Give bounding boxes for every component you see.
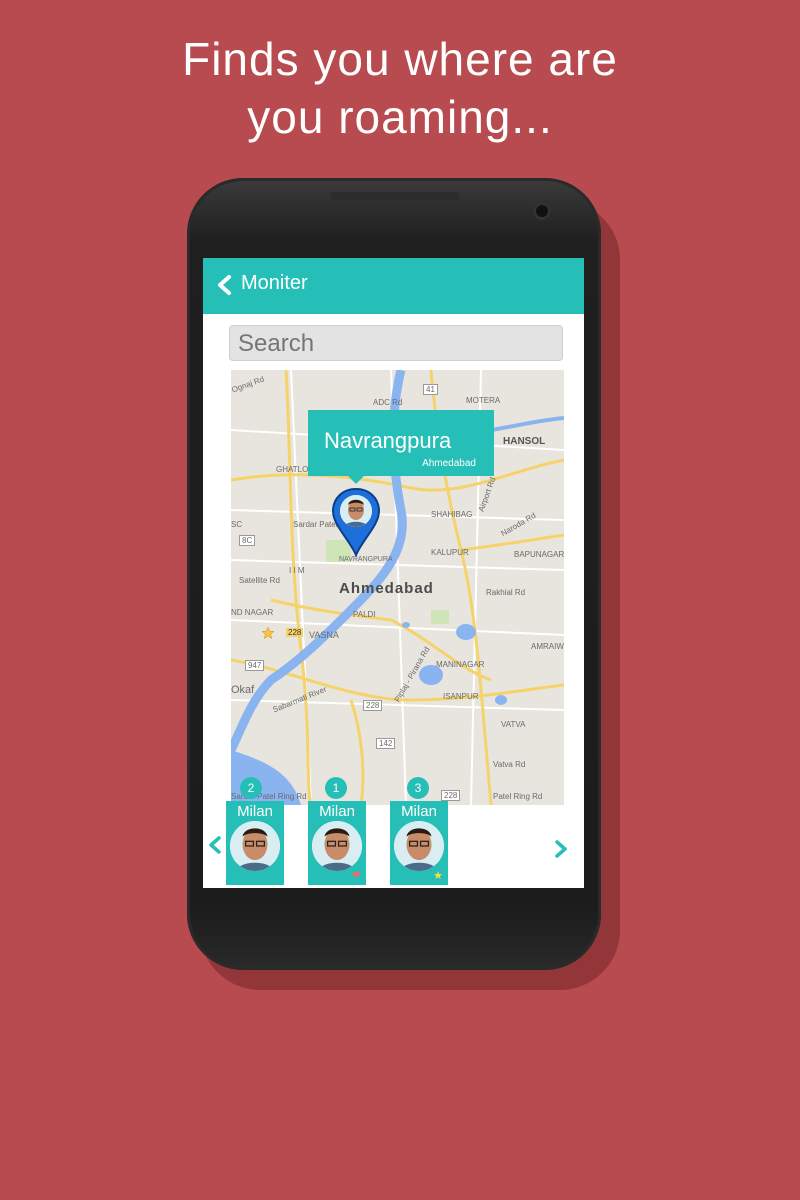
- contact-card[interactable]: Milan: [226, 801, 284, 885]
- map-label-hansol: HANSOL: [503, 436, 546, 447]
- contact-name: Milan: [319, 803, 355, 820]
- chevron-left-icon[interactable]: [207, 836, 223, 854]
- contact-card[interactable]: Milan ❤: [308, 801, 366, 885]
- star-icon: ★: [433, 870, 443, 882]
- contact-avatar: [394, 821, 444, 871]
- map-label-navrangpura-small: NAVRANGPURA: [339, 556, 393, 563]
- map-label-rakhial: Rakhial Rd: [486, 588, 526, 597]
- map-label-okaf: Okaf: [231, 684, 255, 696]
- phone-speaker: [330, 192, 460, 200]
- map-label-iim: I I M: [289, 566, 305, 575]
- chevron-right-icon[interactable]: [553, 840, 569, 858]
- map-label-road-228b: 228: [363, 700, 383, 711]
- callout-title: Navrangpura: [324, 428, 452, 453]
- map-view[interactable]: MOTERA HANSOL GHATLOD SHAHIBAG Sardar Pa…: [231, 370, 564, 805]
- map-label-road-8c: 8C: [239, 535, 256, 546]
- map-label-kalupur: KALUPUR: [431, 548, 469, 557]
- location-callout[interactable]: Navrangpura Ahmedabad: [308, 410, 494, 484]
- map-label-isanpur: ISANPUR: [443, 692, 479, 701]
- app-title: Moniter: [241, 272, 308, 294]
- contact-badge: 1: [325, 777, 347, 799]
- search-input[interactable]: [229, 325, 563, 361]
- map-label-motera: MOTERA: [466, 396, 501, 405]
- map-label-road-228a: 228: [286, 628, 304, 637]
- contact-avatar: [230, 821, 280, 871]
- contact-badge: 3: [407, 777, 429, 799]
- person-avatar-icon: [340, 495, 372, 527]
- location-pin[interactable]: [329, 487, 383, 557]
- headline-line-2: you roaming...: [247, 91, 553, 143]
- contact-name: Milan: [401, 803, 437, 820]
- phone-screen: Moniter Search MOTERA HANSOL GHATLOD SHA…: [203, 258, 584, 888]
- contact-badge: 2: [240, 777, 262, 799]
- map-label-vasna: VASNA: [309, 630, 339, 640]
- person-avatar-icon: [312, 821, 362, 871]
- headline-line-1: Finds you where are: [182, 33, 618, 85]
- map-label-vatva-rd: Vatva Rd: [493, 760, 526, 769]
- map-label-satellite: Satellite Rd: [239, 576, 280, 585]
- contact-name: Milan: [237, 803, 273, 820]
- contact-avatar: [312, 821, 362, 871]
- pin-avatar: [340, 495, 372, 527]
- person-avatar-icon: [230, 821, 280, 871]
- heart-icon: ❤: [351, 870, 361, 882]
- map-label-road-947: 947: [245, 660, 265, 671]
- map-label-paldi: PALDI: [353, 610, 376, 619]
- map-label-adc: ADC Rd: [373, 398, 403, 407]
- map-label-shahibag: SHAHIBAG: [431, 510, 473, 519]
- map-label-road-228c: 228: [441, 790, 461, 801]
- chevron-left-icon[interactable]: [215, 274, 235, 296]
- phone-camera: [533, 202, 551, 220]
- map-label-amraiwadi: AMRAIW: [531, 642, 564, 651]
- headline: Finds you where are you roaming...: [0, 30, 800, 146]
- map-city-label: Ahmedabad: [339, 580, 434, 597]
- map-label-patel-ring: Patel Ring Rd: [493, 792, 543, 801]
- callout-subtitle: Ahmedabad: [422, 458, 476, 469]
- map-label-maninagar: MANINAGAR: [436, 660, 485, 669]
- person-avatar-icon: [394, 821, 444, 871]
- map-label-road-41: 41: [423, 384, 438, 395]
- map-label-vatva: VATVA: [501, 720, 526, 729]
- app-bar: Moniter: [203, 258, 584, 314]
- map-label-nadnagar: ND NAGAR: [231, 608, 274, 617]
- contact-card[interactable]: Milan ★: [390, 801, 448, 885]
- map-label-sc: SC: [231, 520, 243, 529]
- map-label-road-142: 142: [376, 738, 396, 749]
- map-label-bapunagar: BAPUNAGAR: [514, 550, 564, 559]
- star-poi-icon: [261, 626, 275, 640]
